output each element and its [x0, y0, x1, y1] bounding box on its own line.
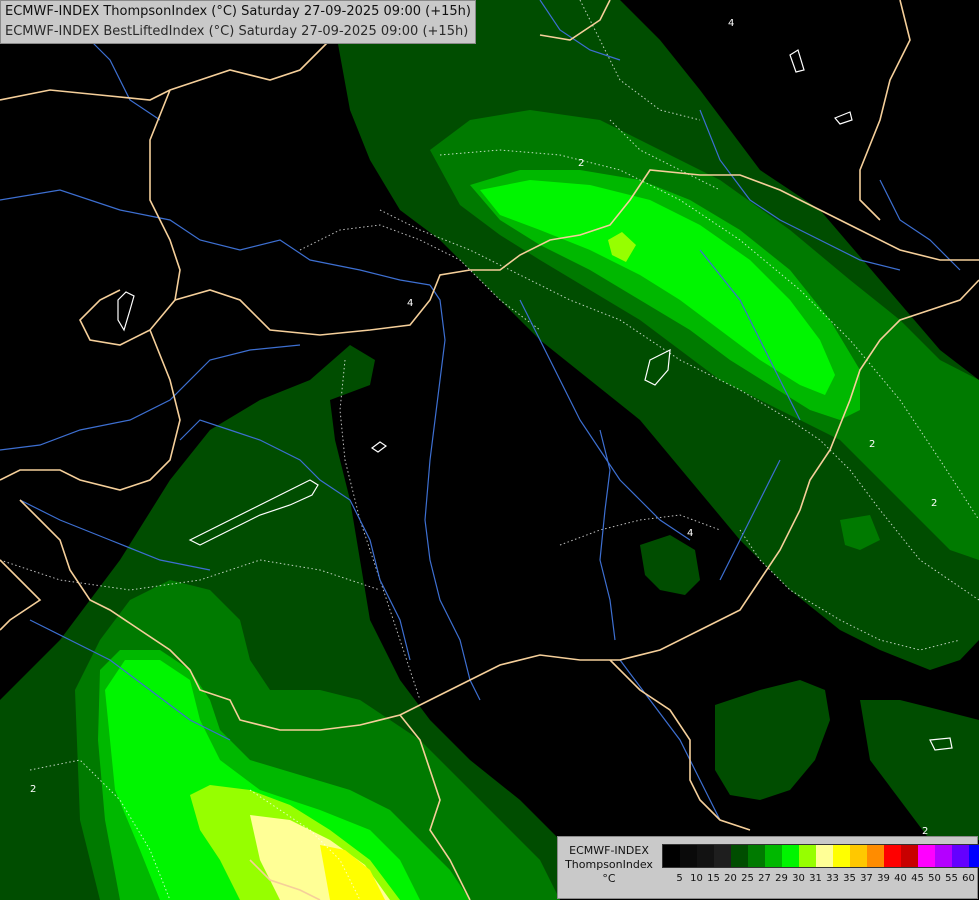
- legend-swatch: [697, 845, 714, 867]
- legend-tick-label: 60: [962, 873, 975, 884]
- contour-label: 4: [728, 18, 734, 29]
- legend-swatch: [731, 845, 748, 867]
- legend-label: ECMWF-INDEX ThompsonIndex °C: [560, 844, 658, 886]
- legend-tick-label: 35: [843, 873, 856, 884]
- legend-tick-label: 37: [860, 873, 873, 884]
- legend-title: ECMWF-INDEX: [569, 844, 649, 857]
- color-legend: ECMWF-INDEX ThompsonIndex °C 5 10 15 20 25 27…: [557, 836, 979, 899]
- legend-tick-label: 5: [676, 873, 683, 884]
- legend-swatch: [935, 845, 952, 867]
- legend-tick-label: 31: [809, 873, 822, 884]
- legend-swatch: [969, 845, 979, 867]
- contour-label: 4: [687, 528, 693, 539]
- legend-swatch: [816, 845, 833, 867]
- legend-swatch: [901, 845, 918, 867]
- contour-label: 4: [407, 298, 413, 309]
- contour-label: 2: [869, 439, 875, 450]
- weather-map: 2 2 4 2 2 4 4 2: [0, 0, 979, 900]
- legend-tick-spacer: [662, 873, 671, 884]
- legend-tick-label: 30: [792, 873, 805, 884]
- legend-swatches: [662, 844, 979, 868]
- legend-tick-label: 10: [690, 873, 703, 884]
- legend-swatch: [714, 845, 731, 867]
- legend-tick-label: 55: [945, 873, 958, 884]
- title-line-2: ECMWF-INDEX BestLiftedIndex (°C) Saturda…: [5, 24, 469, 39]
- legend-swatch: [833, 845, 850, 867]
- contour-label: 2: [30, 784, 36, 795]
- legend-tick-label: 40: [894, 873, 907, 884]
- legend-tick-label: 39: [877, 873, 890, 884]
- contour-label: 2: [578, 158, 584, 169]
- legend-unit: °C: [602, 872, 616, 885]
- legend-tick-label: 45: [911, 873, 924, 884]
- legend-swatch: [952, 845, 969, 867]
- legend-swatch: [918, 845, 935, 867]
- legend-swatch: [680, 845, 697, 867]
- contour-label: 2: [931, 498, 937, 509]
- legend-tick-label: 25: [741, 873, 754, 884]
- legend-variable: ThompsonIndex: [565, 858, 653, 871]
- legend-tick-label: 33: [826, 873, 839, 884]
- legend-swatch: [765, 845, 782, 867]
- legend-swatch: [748, 845, 765, 867]
- legend-tick-label: 20: [724, 873, 737, 884]
- legend-tick-label: 29: [775, 873, 788, 884]
- legend-swatch: [782, 845, 799, 867]
- title-line-1: ECMWF-INDEX ThompsonIndex (°C) Saturday …: [5, 4, 471, 19]
- legend-swatch: [663, 845, 680, 867]
- legend-swatch: [884, 845, 901, 867]
- legend-tick-label: 50: [928, 873, 941, 884]
- legend-ticks: 5 10 15 20 25 27 29 30 31 33 35 37 39 40 45 50 55 60: [662, 873, 977, 884]
- legend-swatch: [799, 845, 816, 867]
- legend-tick-label: 27: [758, 873, 771, 884]
- legend-tick-label: 15: [707, 873, 720, 884]
- legend-swatch: [850, 845, 867, 867]
- title-box: ECMWF-INDEX ThompsonIndex (°C) Saturday …: [0, 0, 476, 44]
- legend-swatch: [867, 845, 884, 867]
